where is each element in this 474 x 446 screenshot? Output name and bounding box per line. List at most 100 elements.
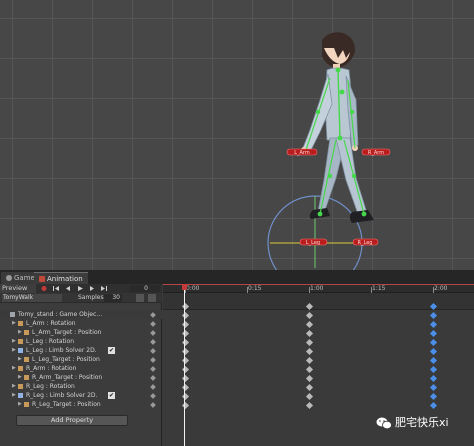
expand-arrow-icon[interactable]: ▶: [18, 355, 22, 364]
add-key-diamond-icon[interactable]: [150, 348, 156, 354]
preview-toggle-button[interactable]: Preview: [0, 284, 36, 293]
event-row[interactable]: [163, 293, 474, 310]
add-keyframe-button[interactable]: [136, 294, 144, 302]
keyframe-diamond[interactable]: [305, 356, 313, 365]
property-row[interactable]: ▶ R_Arm : Rotation: [0, 364, 162, 373]
last-key-icon[interactable]: [100, 285, 108, 292]
keyframe-diamond[interactable]: [181, 356, 189, 365]
expand-arrow-icon[interactable]: ▶: [12, 337, 16, 346]
property-row[interactable]: ▶ R_Arm_Target : Position: [0, 373, 162, 382]
keyframe-diamond[interactable]: [305, 311, 313, 320]
keyframe-diamond[interactable]: [429, 347, 437, 356]
ik-target-r-arm[interactable]: R_Arm: [361, 148, 391, 156]
playhead-handle[interactable]: [182, 284, 187, 290]
playhead[interactable]: [184, 284, 185, 446]
expand-arrow-icon[interactable]: ▶: [12, 346, 16, 355]
keyframe-diamond[interactable]: [305, 329, 313, 338]
keyframe-diamond[interactable]: [181, 338, 189, 347]
property-row[interactable]: ▶ R_Leg_Target : Position: [0, 400, 162, 409]
keyframe-diamond[interactable]: [305, 401, 313, 410]
scene-canvas[interactable]: L_Arm R_Arm L_Leg R_Leg: [0, 0, 474, 270]
property-row[interactable]: ▶ L_Arm : Rotation: [0, 319, 162, 328]
add-key-diamond-icon[interactable]: [150, 384, 156, 390]
keyframe-diamond[interactable]: [181, 392, 189, 401]
add-key-diamond-icon[interactable]: [150, 312, 156, 318]
keyframe-diamond[interactable]: [181, 329, 189, 338]
expand-arrow-icon[interactable]: ▶: [18, 328, 22, 337]
add-key-diamond-icon[interactable]: [150, 357, 156, 363]
property-row[interactable]: ▶ L_Leg_Target : Position: [0, 355, 162, 364]
expand-arrow-icon[interactable]: ▶: [12, 382, 16, 391]
expand-arrow-icon[interactable]: ▶: [12, 391, 16, 400]
add-event-button[interactable]: [148, 294, 156, 302]
add-key-diamond-icon[interactable]: [150, 330, 156, 336]
keyframe-diamond[interactable]: [429, 320, 437, 329]
property-row[interactable]: ▶ L_Leg : Limb Solver 2D. ✔: [0, 346, 162, 355]
timeline-ruler[interactable]: 0:000:151:001:152:002:15: [163, 284, 474, 293]
enabled-checkbox[interactable]: ✔: [108, 347, 115, 354]
add-key-diamond-icon[interactable]: [150, 375, 156, 381]
transform-icon: [24, 330, 29, 335]
keyframe-diamond[interactable]: [429, 392, 437, 401]
expand-arrow-icon[interactable]: ▶: [12, 319, 16, 328]
ik-label-l-leg: L_Leg: [306, 240, 320, 246]
keyframe-diamond[interactable]: [181, 383, 189, 392]
keyframe-diamond[interactable]: [429, 338, 437, 347]
keyframe-diamond[interactable]: [181, 365, 189, 374]
add-key-diamond-icon[interactable]: [150, 339, 156, 345]
property-label: L_Leg : Rotation: [26, 338, 75, 345]
keyframe-diamond[interactable]: [429, 374, 437, 383]
frame-field[interactable]: 0: [130, 285, 160, 292]
keyframe-diamond[interactable]: [181, 320, 189, 329]
property-row[interactable]: ▶ L_Arm_Target : Position: [0, 328, 162, 337]
ik-target-r-leg[interactable]: R_Leg: [352, 238, 379, 246]
keyframe-diamond[interactable]: [429, 365, 437, 374]
clip-row: TomyWalk Samples 30: [0, 293, 162, 303]
keyframe-diamond[interactable]: [429, 329, 437, 338]
property-row[interactable]: Tomy_stand : Game Objec…: [0, 310, 162, 319]
transform-icon: [24, 375, 29, 380]
keyframe-diamond[interactable]: [305, 374, 313, 383]
keyframe-diamond[interactable]: [305, 347, 313, 356]
property-label: R_Arm_Target : Position: [32, 374, 103, 381]
scene-view[interactable]: L_Arm R_Arm L_Leg R_Leg: [0, 0, 474, 270]
property-row[interactable]: ▶ R_Leg : Limb Solver 2D. ✔: [0, 391, 162, 400]
keyframe-diamond[interactable]: [305, 392, 313, 401]
add-key-diamond-icon[interactable]: [150, 366, 156, 372]
enabled-checkbox[interactable]: ✔: [108, 392, 115, 399]
character-sprite[interactable]: [301, 32, 374, 223]
tab-animation[interactable]: Animation: [34, 272, 88, 284]
add-key-diamond-icon[interactable]: [150, 402, 156, 408]
property-label: L_Leg : Limb Solver 2D.: [26, 347, 97, 354]
keyframe-diamond[interactable]: [305, 338, 313, 347]
keyframe-diamond[interactable]: [181, 374, 189, 383]
clip-selector[interactable]: TomyWalk: [2, 294, 62, 302]
ik-target-l-arm[interactable]: L_Arm: [286, 148, 318, 156]
keyframe-diamond[interactable]: [429, 383, 437, 392]
solver-icon: [18, 393, 23, 398]
prev-key-icon[interactable]: [64, 285, 72, 292]
add-property-button[interactable]: Add Property: [16, 415, 128, 426]
keyframe-diamond[interactable]: [429, 356, 437, 365]
expand-arrow-icon[interactable]: ▶: [12, 364, 16, 373]
property-row[interactable]: ▶ R_Leg : Rotation: [0, 382, 162, 391]
keyframe-diamond[interactable]: [305, 320, 313, 329]
next-key-icon[interactable]: [88, 285, 96, 292]
play-icon[interactable]: [76, 285, 84, 292]
keyframe-diamond[interactable]: [181, 311, 189, 320]
property-row[interactable]: ▶ L_Leg : Rotation: [0, 337, 162, 346]
expand-arrow-icon[interactable]: ▶: [18, 400, 22, 409]
keyframe-diamond[interactable]: [305, 383, 313, 392]
keyframe-diamond[interactable]: [429, 311, 437, 320]
add-key-diamond-icon[interactable]: [150, 393, 156, 399]
ik-target-l-leg[interactable]: L_Leg: [299, 238, 328, 246]
samples-field[interactable]: 30: [104, 294, 122, 302]
keyframe-diamond[interactable]: [305, 365, 313, 374]
first-key-icon[interactable]: [52, 285, 60, 292]
record-icon[interactable]: [40, 285, 48, 292]
keyframe-diamond[interactable]: [429, 401, 437, 410]
expand-arrow-icon[interactable]: ▶: [18, 373, 22, 382]
add-key-diamond-icon[interactable]: [150, 321, 156, 327]
keyframe-diamond[interactable]: [181, 347, 189, 356]
keyframe-diamond[interactable]: [181, 401, 189, 410]
